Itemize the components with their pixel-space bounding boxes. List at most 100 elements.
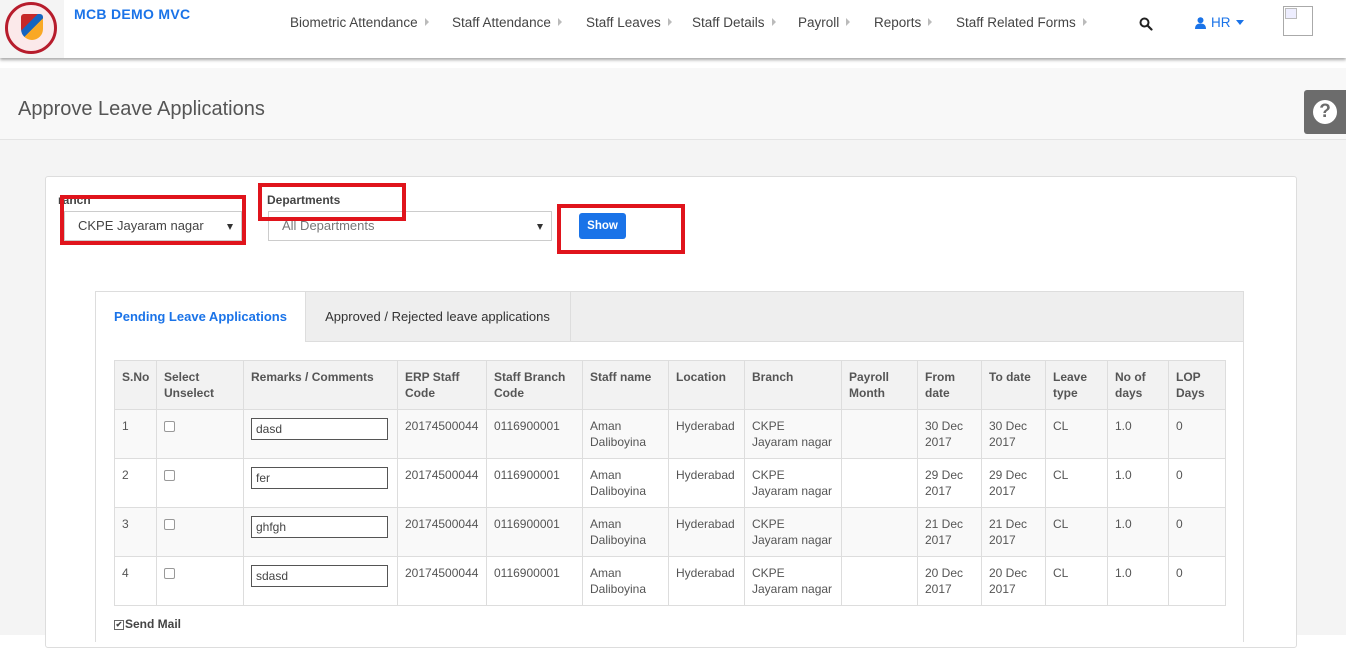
tab-approved-rejected[interactable]: Approved / Rejected leave applications — [305, 292, 571, 343]
column-header: ERP Staff Code — [397, 360, 487, 410]
nav-staff-attendance[interactable]: Staff Attendance — [452, 15, 562, 30]
leave-type-cell: CL — [1045, 409, 1108, 459]
nav-staff-details[interactable]: Staff Details — [692, 15, 776, 30]
send-mail-checkbox[interactable]: ✔ — [114, 620, 124, 630]
column-header: Select Unselect — [156, 360, 244, 410]
caret-right-icon — [667, 18, 672, 26]
lop-days-cell: 0 — [1168, 409, 1226, 459]
location-cell: Hyderabad — [668, 409, 745, 459]
branch-select[interactable]: CKPE Jayaram nagar — [64, 211, 242, 241]
branch-code-cell: 0116900001 — [486, 507, 583, 557]
staff-name-cell: Aman Daliboyina — [582, 556, 669, 606]
caret-right-icon — [424, 18, 429, 26]
table-header-row: S.No Select Unselect Remarks / Comments … — [114, 360, 1226, 410]
profile-image[interactable] — [1283, 6, 1313, 36]
column-header: Leave type — [1045, 360, 1108, 410]
caret-down-icon — [1235, 20, 1244, 25]
branch-label: ranch — [58, 193, 91, 207]
lop-days-cell: 0 — [1168, 458, 1226, 508]
top-navbar: MCB DEMO MVC Biometric Attendance Staff … — [0, 0, 1346, 58]
show-button[interactable]: Show — [579, 213, 626, 239]
erp-code-cell: 20174500044 — [397, 556, 487, 606]
payroll-month-cell — [841, 409, 918, 459]
column-header: Staff name — [582, 360, 669, 410]
caret-right-icon — [557, 18, 562, 26]
from-date-cell: 30 Dec 2017 — [917, 409, 982, 459]
table-row: 3 20174500044 0116900001 Aman Daliboyina… — [114, 507, 1226, 557]
branch-code-cell: 0116900001 — [486, 409, 583, 459]
from-date-cell: 20 Dec 2017 — [917, 556, 982, 606]
select-cell — [156, 556, 244, 606]
departments-label: Departments — [267, 193, 341, 207]
sno-cell: 1 — [114, 409, 157, 459]
user-menu[interactable]: HR — [1195, 15, 1244, 30]
column-header: Location — [668, 360, 745, 410]
payroll-month-cell — [841, 556, 918, 606]
column-header: From date — [917, 360, 982, 410]
nav-biometric-attendance[interactable]: Biometric Attendance — [290, 15, 429, 30]
lop-days-cell: 0 — [1168, 507, 1226, 557]
tab-strip: Pending Leave Applications Approved / Re… — [95, 291, 1244, 343]
payroll-month-cell — [841, 507, 918, 557]
remarks-input[interactable] — [251, 516, 388, 538]
column-header: Payroll Month — [841, 360, 918, 410]
tab-pending-leave-applications[interactable]: Pending Leave Applications — [96, 292, 306, 343]
nav-label: Staff Related Forms — [956, 15, 1076, 30]
page-title: Approve Leave Applications — [18, 98, 265, 120]
row-select-checkbox[interactable] — [164, 568, 175, 579]
caret-right-icon — [846, 18, 851, 26]
user-icon — [1195, 17, 1206, 29]
erp-code-cell: 20174500044 — [397, 507, 487, 557]
column-header: To date — [981, 360, 1046, 410]
help-button[interactable]: ? — [1304, 90, 1346, 134]
nav-payroll[interactable]: Payroll — [798, 15, 851, 30]
remarks-input[interactable] — [251, 467, 388, 489]
erp-code-cell: 20174500044 — [397, 409, 487, 459]
column-header: Branch — [744, 360, 842, 410]
column-header: S.No — [114, 360, 157, 410]
location-cell: Hyderabad — [668, 556, 745, 606]
remarks-cell — [243, 458, 398, 508]
sno-cell: 3 — [114, 507, 157, 557]
no-of-days-cell: 1.0 — [1107, 507, 1169, 557]
no-of-days-cell: 1.0 — [1107, 458, 1169, 508]
leave-applications-table: S.No Select Unselect Remarks / Comments … — [114, 360, 1226, 606]
to-date-cell: 20 Dec 2017 — [981, 556, 1046, 606]
to-date-cell: 29 Dec 2017 — [981, 458, 1046, 508]
leave-type-cell: CL — [1045, 458, 1108, 508]
nav-staff-leaves[interactable]: Staff Leaves — [586, 15, 672, 30]
nav-staff-related-forms[interactable]: Staff Related Forms — [956, 15, 1087, 30]
college-logo[interactable] — [0, 0, 64, 58]
erp-code-cell: 20174500044 — [397, 458, 487, 508]
nav-label: Reports — [874, 15, 922, 30]
dropdown-arrow-icon — [227, 224, 233, 230]
nav-reports[interactable]: Reports — [874, 15, 933, 30]
caret-right-icon — [928, 18, 933, 26]
branch-cell: CKPE Jayaram nagar — [744, 409, 842, 459]
column-header: LOP Days — [1168, 360, 1226, 410]
send-mail-option[interactable]: ✔ Send Mail — [114, 617, 181, 631]
payroll-month-cell — [841, 458, 918, 508]
no-of-days-cell: 1.0 — [1107, 556, 1169, 606]
user-name: HR — [1211, 15, 1231, 30]
send-mail-label: Send Mail — [125, 617, 182, 631]
app-title[interactable]: MCB DEMO MVC — [74, 6, 190, 22]
departments-select-value: All Departments — [282, 218, 375, 233]
search-icon[interactable] — [1139, 17, 1153, 31]
select-cell — [156, 507, 244, 557]
branch-select-value: CKPE Jayaram nagar — [78, 218, 204, 233]
row-select-checkbox[interactable] — [164, 519, 175, 530]
branch-cell: CKPE Jayaram nagar — [744, 458, 842, 508]
select-cell — [156, 458, 244, 508]
page-header: Approve Leave Applications — [0, 68, 1346, 140]
row-select-checkbox[interactable] — [164, 421, 175, 432]
branch-code-cell: 0116900001 — [486, 458, 583, 508]
select-cell — [156, 409, 244, 459]
leave-type-cell: CL — [1045, 507, 1108, 557]
row-select-checkbox[interactable] — [164, 470, 175, 481]
departments-select[interactable]: All Departments — [268, 211, 552, 241]
remarks-input[interactable] — [251, 565, 388, 587]
branch-cell: CKPE Jayaram nagar — [744, 556, 842, 606]
remarks-input[interactable] — [251, 418, 388, 440]
staff-name-cell: Aman Daliboyina — [582, 507, 669, 557]
